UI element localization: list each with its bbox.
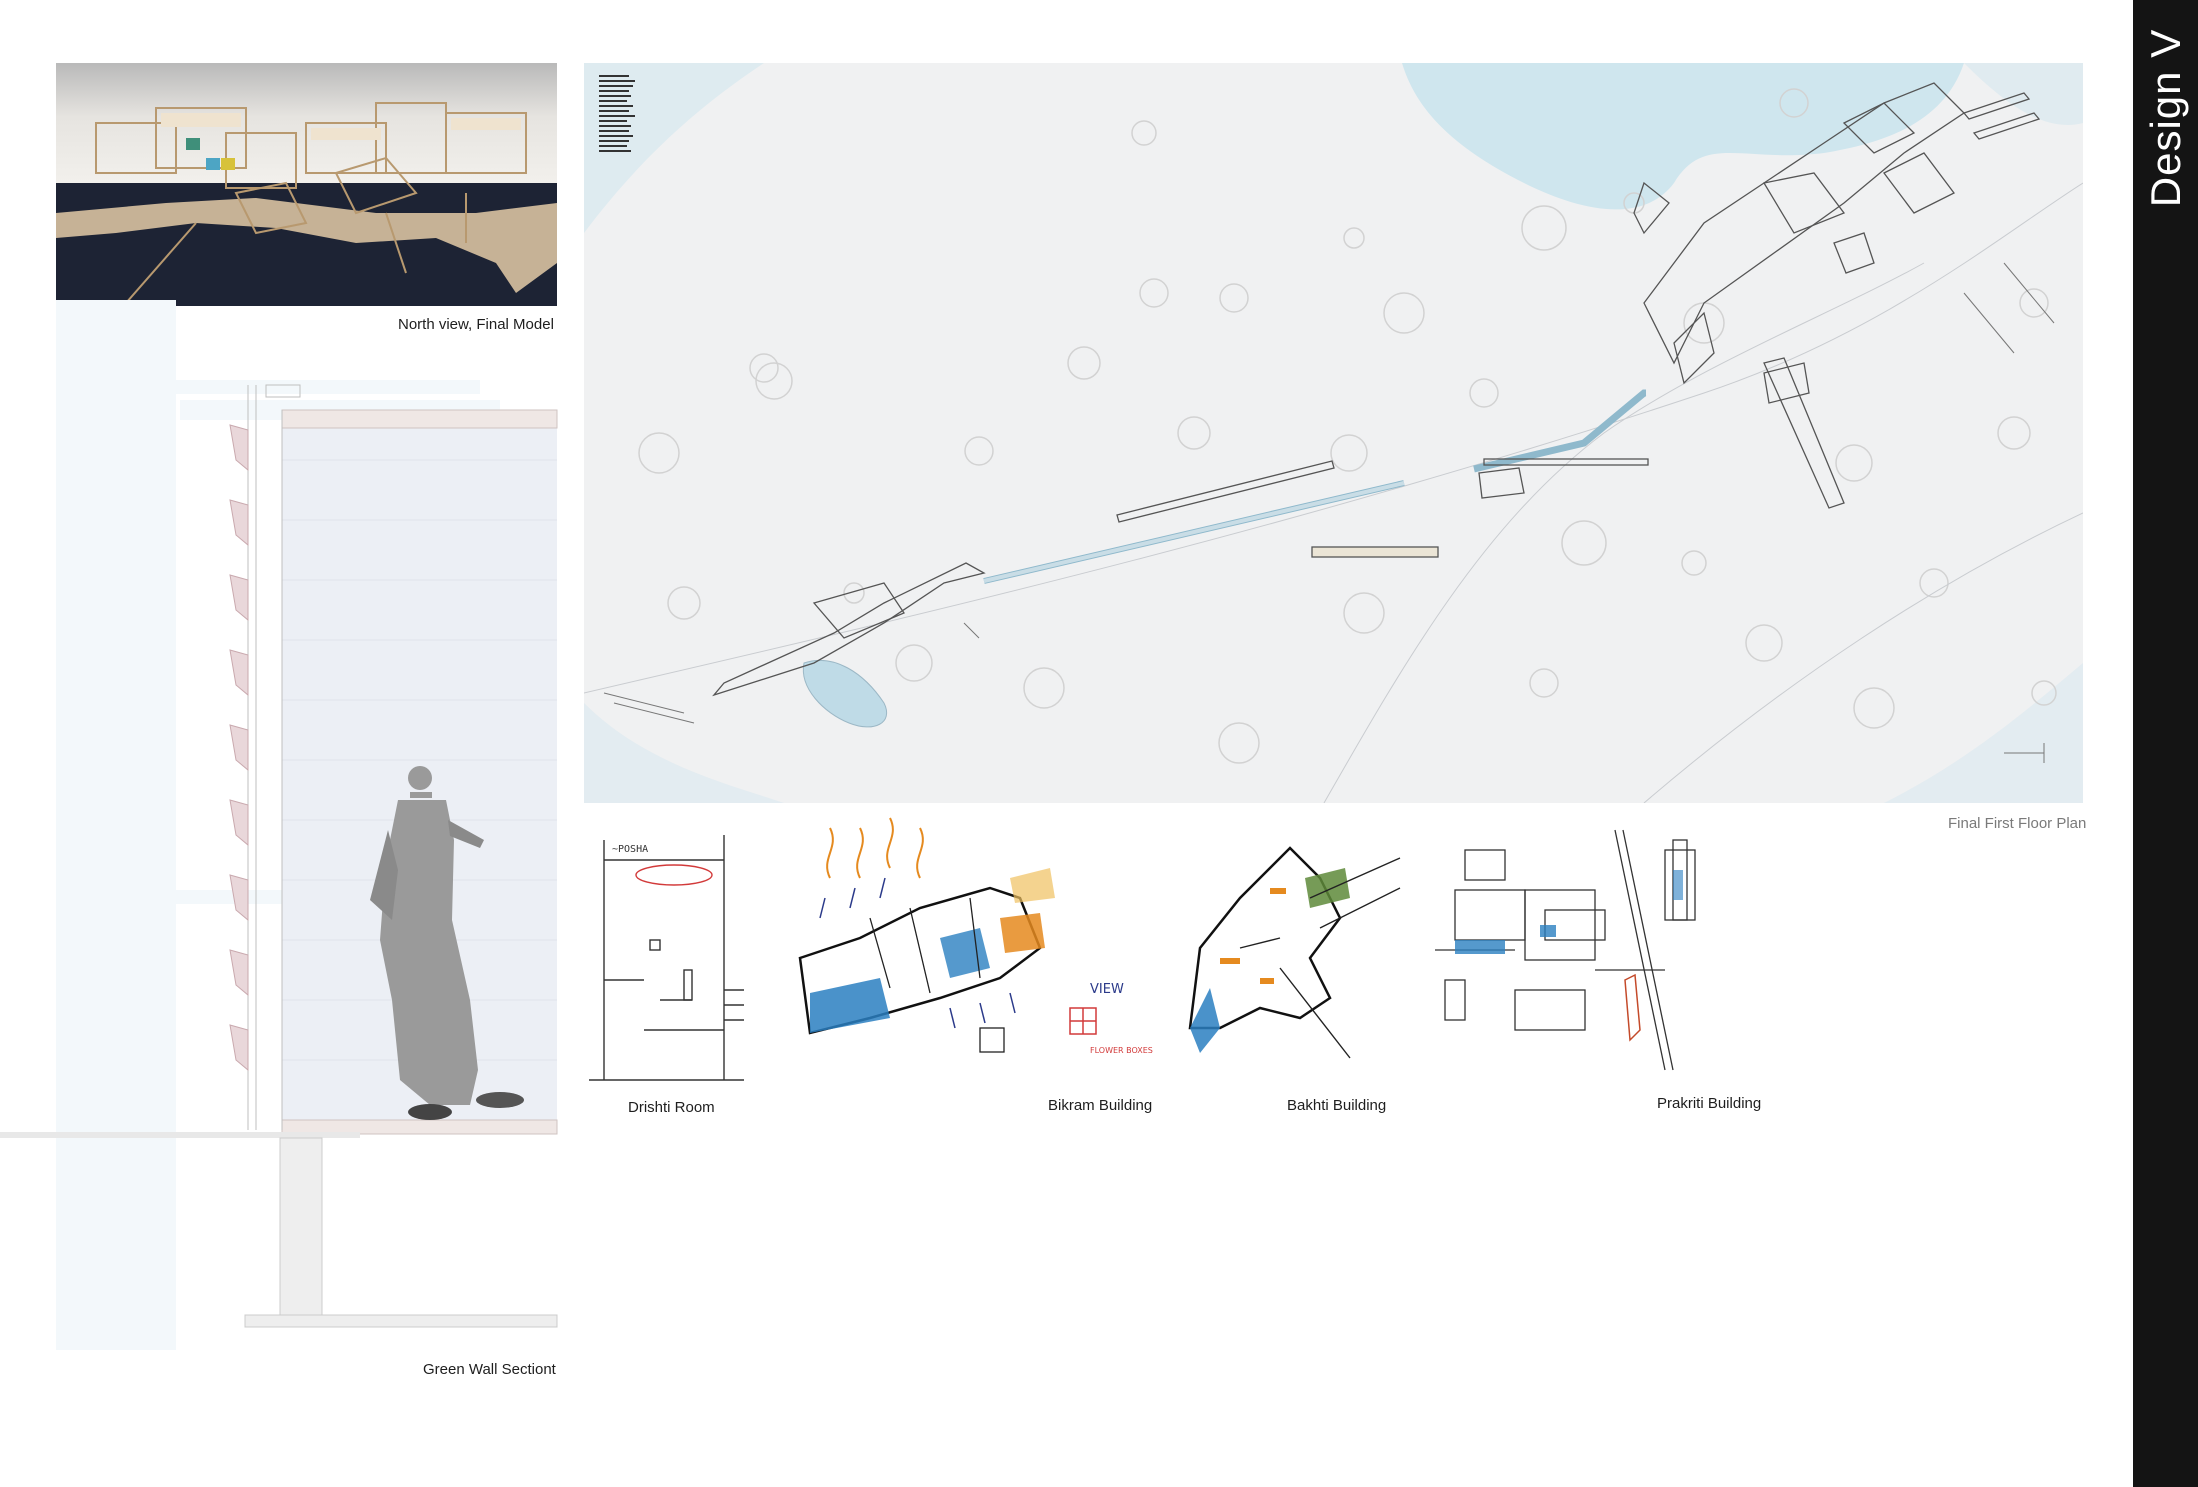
caption-section: Green Wall Sectiont (423, 1361, 556, 1378)
model-illustration (56, 63, 557, 306)
bakhti-sketch (1188, 846, 1401, 1059)
caption-prakriti: Prakriti Building (1657, 1095, 1762, 1112)
green-wall-section (0, 300, 560, 1360)
bikram-note-view: VIEW (1090, 982, 1124, 997)
caption-bakhti: Bakhti Building (1287, 1097, 1387, 1114)
prakriti-sketch (1435, 829, 1696, 1071)
caption-plan: Final First Floor Plan (1948, 815, 2087, 832)
floor-plan (584, 63, 2083, 803)
caption-drishti: Drishti Room (628, 1099, 715, 1116)
final-model-photo (56, 63, 557, 306)
bikram-note-flower: FLOWER BOXES (1090, 1046, 1153, 1055)
sidebar-title-text: Design V (2141, 28, 2189, 208)
drishti-note: ~POSHA (612, 844, 648, 855)
bikram-sketch: VIEW FLOWER BOXES (798, 817, 1153, 1055)
drishti-sketch: ~POSHA (589, 835, 744, 1081)
sidebar-title: Design V (2133, 0, 2198, 240)
caption-bikram: Bikram Building (1048, 1097, 1153, 1114)
section-illustration (0, 300, 558, 1350)
floor-plan-drawing (584, 63, 2083, 803)
